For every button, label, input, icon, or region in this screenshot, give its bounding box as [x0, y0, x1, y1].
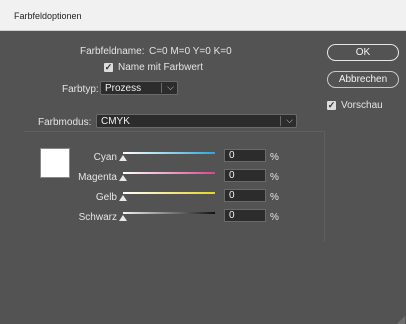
cyan-slider-thumb[interactable]: [119, 155, 127, 161]
black-value-field[interactable]: 0: [224, 209, 266, 222]
yellow-slider-thumb[interactable]: [119, 195, 127, 201]
yellow-value-field[interactable]: 0: [224, 189, 266, 202]
magenta-slider-track[interactable]: [123, 172, 215, 174]
cancel-button[interactable]: Abbrechen: [327, 71, 399, 88]
preview-label: Vorschau: [341, 100, 383, 111]
swatch-options-dialog: Farbfeldoptionen Farbfeldname: C=0 M=0 Y…: [0, 0, 406, 324]
color-type-value: Prozess: [105, 83, 142, 94]
color-type-label: Farbtyp:: [62, 84, 99, 95]
name-with-value-label: Name mit Farbwert: [118, 62, 204, 73]
black-slider-track[interactable]: [123, 212, 215, 214]
yellow-slider-track[interactable]: [123, 192, 215, 194]
ok-button[interactable]: OK: [327, 44, 399, 61]
resize-grip-icon[interactable]: [397, 316, 405, 324]
magenta-label: Magenta: [78, 172, 117, 183]
cyan-label: Cyan: [93, 152, 117, 163]
select-divider: [161, 83, 162, 93]
magenta-percent-unit: %: [270, 172, 279, 183]
magenta-value-field[interactable]: 0: [224, 169, 266, 182]
color-mode-label: Farbmodus:: [38, 117, 92, 128]
cyan-slider-track[interactable]: [123, 152, 215, 154]
cyan-percent-unit: %: [270, 152, 279, 163]
yellow-label: Gelb: [95, 192, 117, 203]
title-bar[interactable]: Farbfeldoptionen: [0, 0, 406, 31]
magenta-slider-thumb[interactable]: [119, 175, 127, 181]
dialog-title: Farbfeldoptionen: [14, 11, 82, 21]
select-divider: [280, 116, 281, 126]
black-label: Schwarz: [78, 212, 117, 223]
cyan-value-field[interactable]: 0: [224, 149, 266, 162]
preview-checkbox[interactable]: ✓: [327, 101, 336, 110]
swatch-name-label: Farbfeldname:: [80, 46, 145, 57]
swatch-name-value: C=0 M=0 Y=0 K=0: [149, 46, 232, 57]
chevron-down-icon: ⌵: [167, 82, 174, 92]
color-type-select[interactable]: Prozess ⌵: [100, 81, 178, 95]
color-mode-value: CMYK: [101, 116, 130, 127]
yellow-percent-unit: %: [270, 192, 279, 203]
name-with-value-checkbox[interactable]: ✓: [104, 63, 113, 72]
chevron-down-icon: ⌵: [286, 115, 293, 125]
black-percent-unit: %: [270, 212, 279, 223]
black-slider-thumb[interactable]: [119, 215, 127, 221]
color-mode-select[interactable]: CMYK ⌵: [96, 114, 297, 128]
